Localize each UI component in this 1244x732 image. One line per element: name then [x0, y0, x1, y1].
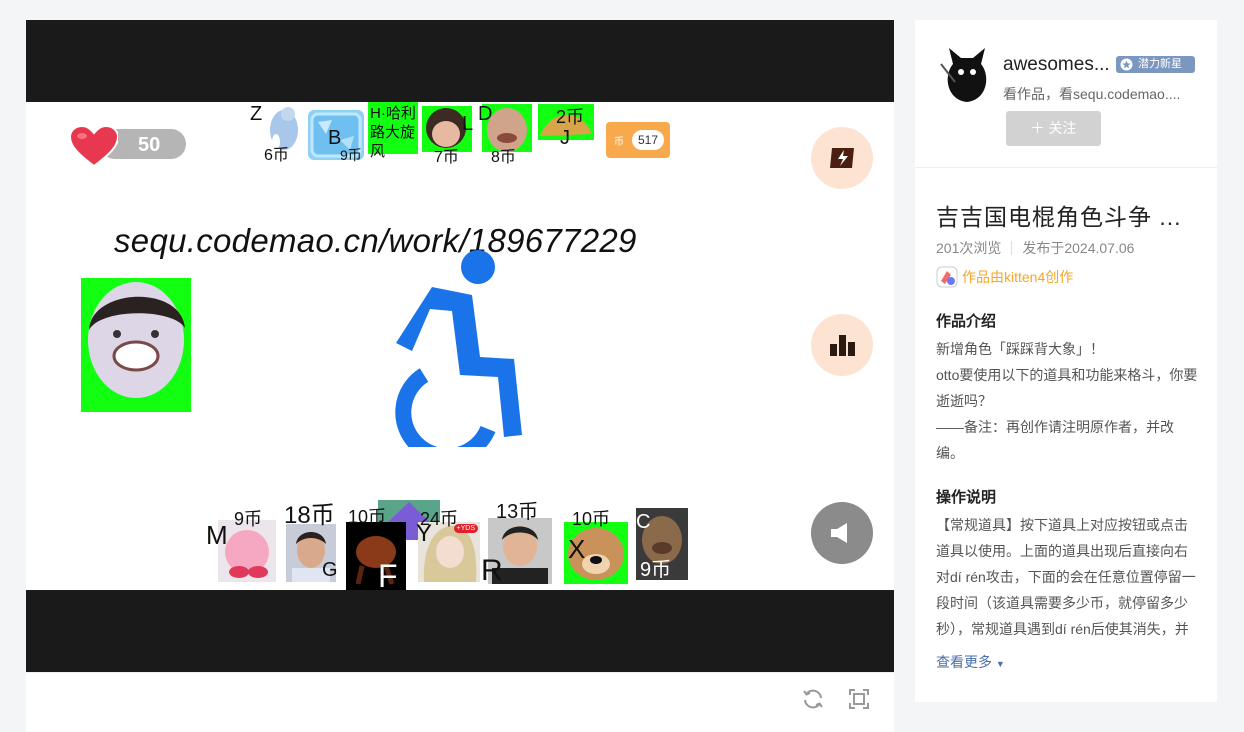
plus-icon: ＋: [1030, 120, 1045, 136]
follow-button[interactable]: ＋ 关注: [1006, 111, 1101, 146]
author-badge: 潜力新星: [1116, 56, 1195, 73]
player-controls: [26, 672, 894, 732]
kitten-app-icon: [936, 266, 958, 288]
work-meta: 201次浏览 发布于2024.07.06: [936, 238, 1134, 258]
work-title: 吉吉国电棍角色斗争 ...: [936, 204, 1182, 230]
lives-value: 50: [138, 134, 161, 156]
heart-icon: [70, 126, 118, 168]
coin-counter: 币 517: [606, 122, 670, 158]
item-x-key: X: [568, 534, 586, 564]
skill-button[interactable]: [811, 127, 873, 189]
item-y-key: Y: [416, 520, 433, 547]
url-watermark: sequ.codemao.cn/work/189677229: [114, 222, 637, 259]
intro-text: 新增角色「踩踩背大象」！ otto要使用以下的道具和功能来格斗，你要逝逝吗？ —…: [936, 336, 1200, 466]
badge-label: 潜力新星: [1138, 58, 1182, 70]
item-f-key: F: [378, 558, 398, 590]
item-z-key: Z: [250, 103, 263, 125]
letterbox-bottom: [26, 590, 894, 672]
player-character[interactable]: [81, 278, 191, 412]
creator-text: 作品由kitten4创作: [962, 269, 1074, 285]
item-b-price: 9币: [340, 147, 362, 163]
work-info-card: 吉吉国电棍角色斗争 ... 201次浏览 发布于2024.07.06 作品由kit…: [915, 168, 1217, 702]
item-d-key: D: [478, 103, 493, 125]
leaderboard-button[interactable]: [811, 314, 873, 376]
follow-label: 关注: [1048, 120, 1077, 136]
bar-chart-icon: [830, 335, 855, 356]
item-l-price: 7币: [434, 149, 459, 166]
item-c-price: 9币: [640, 559, 672, 581]
game-stage: 50 Z 6币 B 9币 H·哈利路大旋风 L 7币 D 8币 2币 J 币 5…: [26, 20, 894, 732]
see-more-link[interactable]: 查看更多 ▼: [936, 652, 1005, 672]
publish-date: 发布于2024.07.06: [1022, 240, 1135, 256]
item-h-key: H·哈利路大旋风: [370, 105, 416, 160]
creator-line[interactable]: 作品由kitten4创作: [936, 266, 1073, 290]
intro-heading: 作品介绍: [936, 313, 997, 330]
item-l-key: L: [462, 113, 474, 135]
lives-counter: 50: [70, 126, 186, 168]
item-m-key: M: [206, 520, 228, 550]
author-bio: 看作品，看sequ.codemao....: [1003, 86, 1181, 102]
smiling-face-icon: [88, 282, 185, 398]
ops-text: 【常规道具】按下道具上对应按钮或点击道具以使用。上面的道具出现后直接向右对dí …: [936, 517, 1196, 637]
item-d-price: 8币: [491, 149, 516, 166]
caret-down-icon: ▼: [995, 659, 1005, 669]
item-g-price: 18币: [284, 502, 335, 529]
author-avatar[interactable]: [939, 44, 995, 106]
see-more-label: 查看更多: [936, 654, 992, 670]
item-x-price: 10币: [572, 509, 611, 529]
item-z-price: 6币: [264, 147, 289, 164]
meta-divider: [1011, 241, 1013, 255]
item-g-key: G: [322, 559, 338, 581]
wheelchair-icon: [395, 250, 522, 447]
coin-icon: 币: [614, 137, 624, 148]
intro-line: 新增角色「踩踩背大象」！: [936, 341, 1104, 357]
item-b-key: B: [328, 127, 342, 149]
author-name[interactable]: awesomes...: [1003, 54, 1110, 76]
item-m-price: 9币: [234, 509, 263, 529]
item-f-price: 10币: [348, 507, 387, 527]
item-j-price: 2币: [556, 107, 585, 127]
item-r-key: R: [481, 554, 503, 587]
intro-line: otto要使用以下的道具和功能来格斗，你要逝逝吗？: [936, 367, 1198, 409]
speaker-icon: [831, 523, 847, 543]
view-count: 201次浏览: [936, 240, 1002, 256]
item-r-price: 13币: [496, 501, 539, 523]
intro-line: ——备注：再创作请注明原作者，并改编。: [936, 419, 1174, 461]
letterbox-top: [26, 20, 894, 102]
star-badge-icon: [1120, 58, 1133, 71]
restart-icon[interactable]: [801, 687, 825, 711]
lightning-card-icon: [830, 148, 854, 168]
game-canvas[interactable]: 50 Z 6币 B 9币 H·哈利路大旋风 L 7币 D 8币 2币 J 币 5…: [26, 102, 894, 590]
coin-value: 517: [632, 130, 664, 150]
fullscreen-icon[interactable]: [847, 687, 871, 711]
ops-heading: 操作说明: [936, 489, 997, 506]
item-j-key: J: [560, 127, 570, 149]
item-c-key: C: [636, 511, 651, 533]
sound-button[interactable]: [811, 502, 873, 564]
author-card: awesomes... 潜力新星 看作品，看sequ.codemao.... ＋…: [915, 20, 1217, 168]
